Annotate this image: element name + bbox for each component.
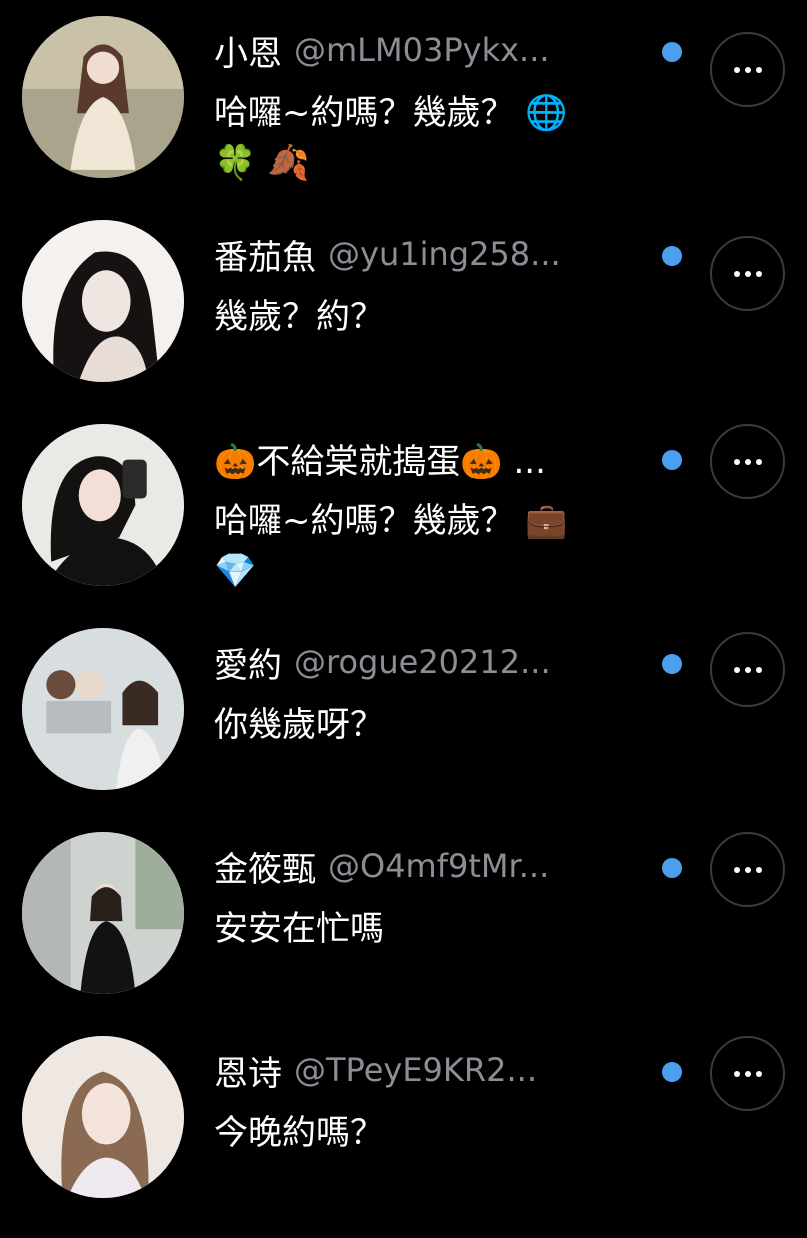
globe-emoji: 🌐 — [525, 93, 568, 133]
reply-item[interactable]: 小恩 @mLM03Pykx... 哈囉~約嗎？幾歲？ 🌐 🍀 🍂 — [0, 14, 807, 218]
reply-body: 你幾歲呀？ — [214, 705, 384, 745]
avatar[interactable] — [22, 628, 184, 790]
reply-text: 今晚約嗎？ — [214, 1108, 682, 1158]
reply-text: 幾歲？約？ — [214, 292, 682, 342]
reply-content: 金筱甄 @O4mf9tMr... 安安在忙嗎 — [214, 836, 682, 954]
avatar[interactable] — [22, 832, 184, 994]
reply-header: 恩诗 @TPeyE9KR2... — [214, 1040, 682, 1100]
more-button[interactable] — [710, 1036, 785, 1111]
verified-dot-icon — [662, 246, 682, 266]
more-button[interactable] — [710, 424, 785, 499]
reply-content: 恩诗 @TPeyE9KR2... 今晚約嗎？ — [214, 1040, 682, 1158]
user-handle[interactable]: @TPeyE9KR2... — [294, 1051, 682, 1089]
reply-header: 番茄魚 @yu1ing258... — [214, 224, 682, 284]
verified-dot-icon — [662, 654, 682, 674]
avatar-image — [22, 16, 184, 178]
display-name[interactable]: 🎃不給棠就搗蛋🎃 ... — [214, 434, 546, 483]
reply-header: 愛約 @rogue20212... — [214, 632, 682, 692]
more-button[interactable] — [710, 32, 785, 107]
verified-dot-icon — [662, 450, 682, 470]
reply-content: 小恩 @mLM03Pykx... 哈囉~約嗎？幾歲？ 🌐 🍀 🍂 — [214, 20, 682, 188]
display-name[interactable]: 小恩 — [214, 26, 282, 75]
reply-item[interactable]: 愛約 @rogue20212... 你幾歲呀？ — [0, 626, 807, 830]
avatar[interactable] — [22, 16, 184, 178]
more-horizontal-icon — [733, 866, 762, 873]
reply-text: 安安在忙嗎 — [214, 904, 682, 954]
user-handle[interactable]: @O4mf9tMr... — [328, 847, 682, 885]
reply-body: 安安在忙嗎 — [214, 909, 384, 949]
user-handle[interactable]: @mLM03Pykx... — [294, 31, 682, 69]
reply-body: 哈囉~約嗎？幾歲？ — [214, 93, 515, 133]
more-horizontal-icon — [733, 666, 762, 673]
avatar[interactable] — [22, 424, 184, 586]
reply-text: 哈囉~約嗎？幾歲？ 💼 💎 — [214, 496, 682, 596]
more-button[interactable] — [710, 236, 785, 311]
avatar[interactable] — [22, 1036, 184, 1198]
reply-content: 番茄魚 @yu1ing258... 幾歲？約？ — [214, 224, 682, 342]
reply-header: 🎃不給棠就搗蛋🎃 ... — [214, 428, 682, 488]
reply-content: 愛約 @rogue20212... 你幾歲呀？ — [214, 632, 682, 750]
verified-dot-icon — [662, 1062, 682, 1082]
verified-dot-icon — [662, 42, 682, 62]
avatar-image — [22, 424, 184, 586]
reply-list: 小恩 @mLM03Pykx... 哈囉~約嗎？幾歲？ 🌐 🍀 🍂 番茄魚 @yu… — [0, 0, 807, 1200]
avatar-image — [22, 628, 184, 790]
reply-text: 你幾歲呀？ — [214, 700, 682, 750]
briefcase-emoji: 💼 — [525, 501, 568, 541]
display-name[interactable]: 恩诗 — [214, 1046, 282, 1095]
more-horizontal-icon — [733, 458, 762, 465]
reply-item[interactable]: 金筱甄 @O4mf9tMr... 安安在忙嗎 — [0, 830, 807, 1034]
reply-body: 今晚約嗎？ — [214, 1113, 384, 1153]
more-button[interactable] — [710, 632, 785, 707]
display-name[interactable]: 番茄魚 — [214, 230, 316, 279]
reply-text: 哈囉~約嗎？幾歲？ 🌐 🍀 🍂 — [214, 88, 682, 188]
more-horizontal-icon — [733, 270, 762, 277]
user-handle[interactable]: @rogue20212... — [294, 643, 682, 681]
gem-emoji: 💎 — [214, 551, 257, 591]
reply-item[interactable]: 🎃不給棠就搗蛋🎃 ... 哈囉~約嗎？幾歲？ 💼 💎 — [0, 422, 807, 626]
reply-item[interactable]: 恩诗 @TPeyE9KR2... 今晚約嗎？ — [0, 1034, 807, 1238]
reply-body: 幾歲？約？ — [214, 297, 384, 337]
more-button[interactable] — [710, 832, 785, 907]
avatar-image — [22, 1036, 184, 1198]
reply-header: 金筱甄 @O4mf9tMr... — [214, 836, 682, 896]
user-handle[interactable]: @yu1ing258... — [328, 235, 682, 273]
display-name[interactable]: 金筱甄 — [214, 842, 316, 891]
more-horizontal-icon — [733, 66, 762, 73]
reply-item[interactable]: 番茄魚 @yu1ing258... 幾歲？約？ — [0, 218, 807, 422]
more-horizontal-icon — [733, 1070, 762, 1077]
avatar-image — [22, 832, 184, 994]
reply-header: 小恩 @mLM03Pykx... — [214, 20, 682, 80]
display-name[interactable]: 愛約 — [214, 638, 282, 687]
reply-content: 🎃不給棠就搗蛋🎃 ... 哈囉~約嗎？幾歲？ 💼 💎 — [214, 428, 682, 596]
avatar[interactable] — [22, 220, 184, 382]
avatar-image — [22, 220, 184, 382]
leaf-emoji: 🍀 🍂 — [214, 143, 310, 183]
reply-body: 哈囉~約嗎？幾歲？ — [214, 501, 515, 541]
verified-dot-icon — [662, 858, 682, 878]
